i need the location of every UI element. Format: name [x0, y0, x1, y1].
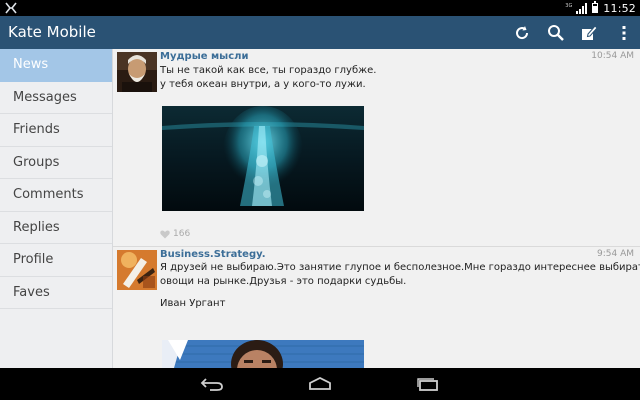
status-bar: 3G 11:52 — [0, 0, 640, 16]
signal-icon: 3G — [565, 2, 588, 14]
search-icon — [548, 24, 564, 41]
search-button[interactable] — [540, 16, 572, 49]
post-image[interactable] — [162, 340, 364, 368]
post-author-link[interactable]: Мудрые мысли — [160, 51, 249, 62]
action-bar: Kate Mobile — [0, 16, 640, 49]
post-time: 9:54 AM — [597, 249, 634, 259]
post-text-line: Ты не такой как все, ты гораздо глубже. — [160, 65, 377, 76]
sidebar-item-friends[interactable]: Friends — [0, 114, 112, 147]
status-time: 11:52 — [603, 1, 636, 15]
post-text-line: овощи на рынке.Друзья - это подарки судь… — [160, 276, 407, 287]
post-text-line: у тебя океан внутри, а у кого-то лужи. — [160, 79, 366, 90]
compose-button[interactable] — [573, 16, 605, 49]
recent-apps-button[interactable] — [398, 368, 458, 400]
sidebar-item-comments[interactable]: Comments — [0, 179, 112, 212]
sidebar-item-groups[interactable]: Groups — [0, 147, 112, 179]
sidebar-item-messages[interactable]: Messages — [0, 82, 112, 114]
post-text-line: Я друзей не выбираю.Это занятие глупое и… — [160, 262, 640, 273]
sidebar: News Messages Friends Groups Comments Re… — [0, 49, 113, 368]
like-button[interactable]: 166 — [160, 229, 190, 239]
post-image[interactable] — [162, 106, 364, 211]
recent-apps-icon — [417, 378, 438, 391]
feed-post[interactable]: Business.Strategy. 9:54 AM Я друзей не в… — [113, 247, 640, 368]
author-avatar[interactable] — [117, 52, 157, 92]
author-avatar[interactable] — [117, 250, 157, 290]
battery-icon — [592, 1, 599, 13]
overflow-menu-button[interactable] — [608, 16, 640, 49]
home-icon — [309, 377, 331, 390]
post-time: 10:54 AM — [591, 51, 634, 61]
app-title: Kate Mobile — [8, 23, 96, 41]
overflow-menu-icon — [622, 25, 626, 40]
home-button[interactable] — [290, 368, 350, 400]
feed-post[interactable]: Мудрые мысли 10:54 AM Ты не такой как вс… — [113, 49, 640, 246]
heart-icon — [160, 229, 170, 238]
status-indicators: 3G 11:52 — [565, 0, 636, 16]
post-signature: Иван Ургант — [160, 298, 226, 309]
system-navigation-bar — [0, 368, 640, 400]
network-type-label: 3G — [565, 2, 573, 9]
back-button[interactable] — [182, 368, 242, 400]
news-feed: Мудрые мысли 10:54 AM Ты не такой как вс… — [113, 49, 640, 368]
compose-icon — [582, 24, 598, 40]
back-icon — [200, 378, 223, 391]
refresh-button[interactable] — [506, 16, 538, 49]
post-author-link[interactable]: Business.Strategy. — [160, 249, 266, 260]
like-count: 166 — [173, 229, 191, 239]
sidebar-item-news[interactable]: News — [0, 49, 112, 82]
kate-notification-icon — [5, 2, 17, 14]
refresh-icon — [516, 25, 529, 39]
sidebar-item-faves[interactable]: Faves — [0, 277, 112, 309]
sidebar-item-profile[interactable]: Profile — [0, 244, 112, 277]
sidebar-item-replies[interactable]: Replies — [0, 212, 112, 244]
